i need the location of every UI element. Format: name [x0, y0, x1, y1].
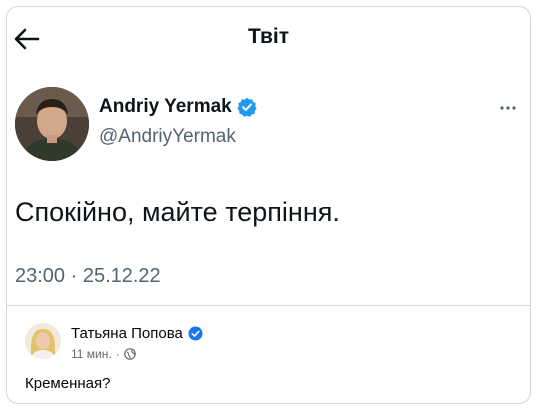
comment-meta: 11 мин. · — [71, 347, 136, 361]
commenter-name-label: Татьяна Попова — [71, 325, 183, 342]
commenter-name[interactable]: Татьяна Попова — [71, 325, 203, 342]
tweet-card: Твіт Andriy Yermak @AndriyYermak Спокійн… — [6, 6, 531, 404]
avatar[interactable] — [15, 87, 89, 161]
tweet-text: Спокійно, майте терпіння. — [15, 197, 340, 227]
tweet-author: Andriy Yermak @AndriyYermak — [15, 87, 523, 167]
more-dots-icon — [500, 106, 516, 110]
verified-badge-icon — [237, 97, 257, 117]
commenter-avatar[interactable] — [25, 323, 61, 359]
author-handle[interactable]: @AndriyYermak — [99, 126, 236, 148]
page-title: Твіт — [247, 25, 290, 48]
author-name-label: Andriy Yermak — [99, 96, 232, 117]
comment: Татьяна Попова 11 мин. · Кременная? — [7, 313, 530, 403]
verified-badge-icon — [188, 326, 203, 341]
divider — [7, 305, 530, 306]
header: Твіт — [7, 7, 530, 69]
author-name[interactable]: Andriy Yermak — [99, 96, 257, 118]
comment-time[interactable]: 11 мин. — [71, 347, 112, 361]
meta-separator: · — [115, 347, 120, 361]
globe-icon — [123, 348, 136, 360]
more-button[interactable] — [497, 97, 519, 119]
tweet-timestamp[interactable]: 23:00 · 25.12.22 — [15, 265, 161, 288]
comment-text: Кременная? — [25, 375, 111, 392]
